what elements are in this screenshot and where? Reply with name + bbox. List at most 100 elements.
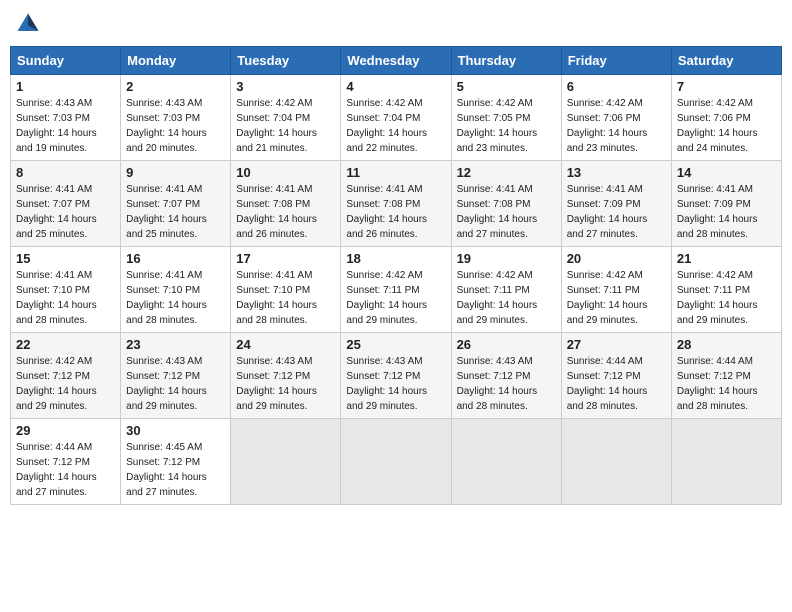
calendar-cell: 18Sunrise: 4:42 AM Sunset: 7:11 PM Dayli… [341,247,451,333]
calendar-cell: 24 Sunrise: 4:43 AM Sunset: 7:12 PM Dayli… [231,333,341,419]
day-info: Sunrise: 4:41 AM Sunset: 7:09 PM Dayligh… [567,182,666,242]
calendar-cell: 9 Sunrise: 4:41 AM Sunset: 7:07 PM Daylig… [121,161,231,247]
day-info: Sunrise: 4:44 AM Sunset: 7:12 PM Dayligh… [677,354,776,414]
calendar-cell: 6 Sunrise: 4:42 AM Sunset: 7:06 PM Daylig… [561,75,671,161]
calendar-cell: 11 Sunrise: 4:41 AM Sunset: 7:08 PM Dayli… [341,161,451,247]
day-info: Sunrise: 4:41 AM Sunset: 7:10 PM Dayligh… [126,268,225,328]
page-header [10,10,782,38]
calendar-cell: 16Sunrise: 4:41 AM Sunset: 7:10 PM Dayli… [121,247,231,333]
day-number: 29 [16,423,115,438]
calendar-header-monday: Monday [121,47,231,75]
day-info: Sunrise: 4:42 AM Sunset: 7:11 PM Dayligh… [567,268,666,328]
calendar-cell: 15 Sunrise: 4:41 AM Sunset: 7:10 PM Dayli… [11,247,121,333]
day-number: 12 [457,165,556,180]
day-number: 13 [567,165,666,180]
calendar-cell: 25 Sunrise: 4:43 AM Sunset: 7:12 PM Dayli… [341,333,451,419]
calendar-cell: 22 Sunrise: 4:42 AM Sunset: 7:12 PM Dayli… [11,333,121,419]
day-number: 1 [16,79,115,94]
calendar-table: SundayMondayTuesdayWednesdayThursdayFrid… [10,46,782,505]
day-info: Sunrise: 4:42 AM Sunset: 7:11 PM Dayligh… [457,268,556,328]
day-info: Sunrise: 4:43 AM Sunset: 7:12 PM Dayligh… [126,354,225,414]
calendar-cell: 7 Sunrise: 4:42 AM Sunset: 7:06 PM Daylig… [671,75,781,161]
day-info: Sunrise: 4:42 AM Sunset: 7:05 PM Dayligh… [457,96,556,156]
day-number: 25 [346,337,445,352]
calendar-cell: 3Sunrise: 4:42 AM Sunset: 7:04 PM Daylig… [231,75,341,161]
day-info: Sunrise: 4:43 AM Sunset: 7:12 PM Dayligh… [346,354,445,414]
calendar-header-saturday: Saturday [671,47,781,75]
calendar-cell: 13 Sunrise: 4:41 AM Sunset: 7:09 PM Dayli… [561,161,671,247]
logo [14,10,46,38]
day-info: Sunrise: 4:44 AM Sunset: 7:12 PM Dayligh… [567,354,666,414]
day-info: Sunrise: 4:42 AM Sunset: 7:06 PM Dayligh… [677,96,776,156]
calendar-cell: 1 Sunrise: 4:43 AM Sunset: 7:03 PM Daylig… [11,75,121,161]
calendar-week-row: 22 Sunrise: 4:42 AM Sunset: 7:12 PM Dayli… [11,333,782,419]
calendar-header-sunday: Sunday [11,47,121,75]
calendar-cell: 10Sunrise: 4:41 AM Sunset: 7:08 PM Dayli… [231,161,341,247]
calendar-cell: 29 Sunrise: 4:44 AM Sunset: 7:12 PM Dayli… [11,419,121,505]
day-info: Sunrise: 4:41 AM Sunset: 7:08 PM Dayligh… [346,182,445,242]
day-info: Sunrise: 4:42 AM Sunset: 7:12 PM Dayligh… [16,354,115,414]
calendar-cell [671,419,781,505]
calendar-header-wednesday: Wednesday [341,47,451,75]
day-number: 5 [457,79,556,94]
day-info: Sunrise: 4:41 AM Sunset: 7:08 PM Dayligh… [457,182,556,242]
calendar-header-row: SundayMondayTuesdayWednesdayThursdayFrid… [11,47,782,75]
calendar-cell: 26 Sunrise: 4:43 AM Sunset: 7:12 PM Dayli… [451,333,561,419]
calendar-cell [451,419,561,505]
day-info: Sunrise: 4:43 AM Sunset: 7:03 PM Dayligh… [16,96,115,156]
day-number: 9 [126,165,225,180]
calendar-cell: 21 Sunrise: 4:42 AM Sunset: 7:11 PM Dayli… [671,247,781,333]
calendar-week-row: 29 Sunrise: 4:44 AM Sunset: 7:12 PM Dayli… [11,419,782,505]
calendar-header-friday: Friday [561,47,671,75]
day-number: 15 [16,251,115,266]
day-info: Sunrise: 4:43 AM Sunset: 7:03 PM Dayligh… [126,96,225,156]
day-number: 24 [236,337,335,352]
day-info: Sunrise: 4:42 AM Sunset: 7:11 PM Dayligh… [677,268,776,328]
day-info: Sunrise: 4:44 AM Sunset: 7:12 PM Dayligh… [16,440,115,500]
day-info: Sunrise: 4:41 AM Sunset: 7:07 PM Dayligh… [126,182,225,242]
calendar-cell: 27Sunrise: 4:44 AM Sunset: 7:12 PM Dayli… [561,333,671,419]
day-number: 17 [236,251,335,266]
day-number: 20 [567,251,666,266]
day-number: 14 [677,165,776,180]
calendar-cell: 14 Sunrise: 4:41 AM Sunset: 7:09 PM Dayli… [671,161,781,247]
calendar-week-row: 15 Sunrise: 4:41 AM Sunset: 7:10 PM Dayli… [11,247,782,333]
calendar-cell: 2 Sunrise: 4:43 AM Sunset: 7:03 PM Daylig… [121,75,231,161]
calendar-cell: 30 Sunrise: 4:45 AM Sunset: 7:12 PM Dayli… [121,419,231,505]
calendar-cell: 20 Sunrise: 4:42 AM Sunset: 7:11 PM Dayli… [561,247,671,333]
calendar-cell: 8Sunrise: 4:41 AM Sunset: 7:07 PM Daylig… [11,161,121,247]
day-info: Sunrise: 4:42 AM Sunset: 7:04 PM Dayligh… [236,96,335,156]
day-number: 21 [677,251,776,266]
calendar-header-thursday: Thursday [451,47,561,75]
day-number: 18 [346,251,445,266]
day-number: 23 [126,337,225,352]
calendar-cell: 19 Sunrise: 4:42 AM Sunset: 7:11 PM Dayli… [451,247,561,333]
day-number: 28 [677,337,776,352]
day-number: 19 [457,251,556,266]
day-number: 11 [346,165,445,180]
day-info: Sunrise: 4:41 AM Sunset: 7:09 PM Dayligh… [677,182,776,242]
day-info: Sunrise: 4:43 AM Sunset: 7:12 PM Dayligh… [236,354,335,414]
day-info: Sunrise: 4:41 AM Sunset: 7:10 PM Dayligh… [16,268,115,328]
calendar-cell: 4 Sunrise: 4:42 AM Sunset: 7:04 PM Daylig… [341,75,451,161]
calendar-week-row: 1 Sunrise: 4:43 AM Sunset: 7:03 PM Daylig… [11,75,782,161]
day-number: 26 [457,337,556,352]
calendar-cell: 17 Sunrise: 4:41 AM Sunset: 7:10 PM Dayli… [231,247,341,333]
day-info: Sunrise: 4:42 AM Sunset: 7:04 PM Dayligh… [346,96,445,156]
day-number: 7 [677,79,776,94]
day-number: 30 [126,423,225,438]
calendar-cell: 12 Sunrise: 4:41 AM Sunset: 7:08 PM Dayli… [451,161,561,247]
day-info: Sunrise: 4:42 AM Sunset: 7:06 PM Dayligh… [567,96,666,156]
day-number: 22 [16,337,115,352]
day-number: 6 [567,79,666,94]
logo-icon [14,10,42,38]
calendar-cell [231,419,341,505]
day-number: 2 [126,79,225,94]
day-number: 4 [346,79,445,94]
day-info: Sunrise: 4:43 AM Sunset: 7:12 PM Dayligh… [457,354,556,414]
calendar-week-row: 8 Sunrise: 4:41 AM Sunset: 7:07 PM Daylig… [11,161,782,247]
calendar-cell: 23 Sunrise: 4:43 AM Sunset: 7:12 PM Dayli… [121,333,231,419]
day-info: Sunrise: 4:41 AM Sunset: 7:10 PM Dayligh… [236,268,335,328]
day-number: 8 [16,165,115,180]
day-info: Sunrise: 4:45 AM Sunset: 7:12 PM Dayligh… [126,440,225,500]
